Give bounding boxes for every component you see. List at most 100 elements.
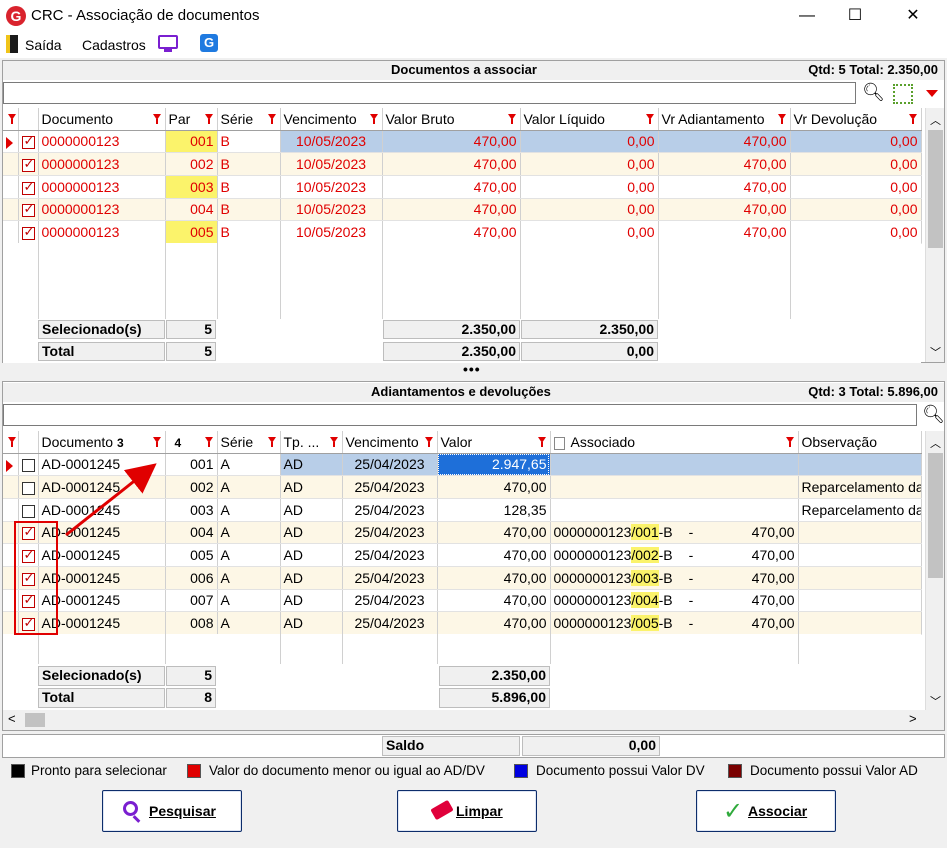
top-scroll-thumb[interactable] [928,130,943,248]
col-serie[interactable]: Série [217,431,281,454]
table-row[interactable]: 0000000123004B10/05/2023470,000,00470,00… [3,198,922,222]
filter-icon[interactable] [152,114,161,124]
expand-icon[interactable] [893,84,913,104]
search-icon[interactable]: 🔍︎ [922,404,945,425]
check-header[interactable] [18,108,39,131]
table-row[interactable]: 0000000123001B10/05/2023470,000,00470,00… [3,130,922,154]
table-row[interactable]: AD-0001245007AAD25/04/2023470,0000000001… [3,589,922,613]
filter-icon[interactable] [777,114,786,124]
filter-icon[interactable] [329,437,338,447]
filter-icon[interactable] [507,114,516,124]
cell-valor[interactable]: 470,00 [437,475,551,499]
minimize-button[interactable]: — [784,0,830,32]
col-valor[interactable]: Valor [437,431,551,454]
filter-icon[interactable] [204,437,213,447]
row-checkbox[interactable] [18,130,39,154]
table-row[interactable]: 0000000123005B10/05/2023470,000,00470,00… [3,220,922,244]
row-checkbox[interactable] [18,498,39,522]
scroll-left-icon[interactable]: < [8,711,16,726]
bottom-hscrollbar[interactable]: < > [3,710,944,730]
monitor-icon[interactable] [158,35,178,49]
close-button[interactable]: ✕ [890,0,936,32]
col-vr-adiantamento[interactable]: Vr Adiantamento [658,108,791,131]
row-indicator-header[interactable] [3,431,19,454]
splitter-handle[interactable]: ••• [463,361,481,377]
filter-icon[interactable] [908,114,917,124]
table-row[interactable]: 0000000123003B10/05/2023470,000,00470,00… [3,175,922,199]
col-documento[interactable]: Documento 3 [38,431,166,454]
col-valor-liquido[interactable]: Valor Líquido [520,108,659,131]
maximize-button[interactable]: ☐ [832,0,878,32]
filter-icon[interactable] [424,437,433,447]
checkbox-checked[interactable] [21,133,35,150]
bottom-scroll-thumb[interactable] [928,453,943,578]
cell-valor[interactable]: 470,00 [437,543,551,567]
table-row[interactable]: 0000000123002B10/05/2023470,000,00470,00… [3,152,922,176]
col-valor-bruto[interactable]: Valor Bruto [382,108,521,131]
row-checkbox[interactable] [18,175,39,199]
scroll-right-icon[interactable]: > [909,711,917,726]
cell-valor[interactable]: 470,00 [437,566,551,590]
cell-valor[interactable]: 2.947,65 [437,453,551,477]
checkbox-unchecked[interactable] [21,481,35,495]
checkbox-checked[interactable] [21,224,35,240]
scroll-up-icon[interactable]: ︿ [930,435,941,451]
checkbox-unchecked[interactable] [21,504,35,518]
filter-icon[interactable] [785,437,794,447]
cell-vr-adiantamento: 470,00 [658,130,791,154]
checkbox-checked[interactable] [21,179,35,195]
col-par[interactable]: Par [165,108,218,131]
cell-valor[interactable]: 128,35 [437,498,551,522]
associate-button[interactable]: ✓ Associar [696,790,836,832]
filter-icon[interactable] [152,437,161,447]
col-serie[interactable]: Série [217,108,281,131]
cell-valor[interactable]: 470,00 [437,589,551,613]
top-vscrollbar[interactable]: ︿ ﹀ [925,108,944,362]
dropdown-arrow-icon[interactable] [926,90,938,97]
checkbox-unchecked[interactable] [21,459,35,473]
check-header[interactable] [18,431,39,454]
filter-icon[interactable] [267,114,276,124]
col-vencimento[interactable]: Vencimento [342,431,438,454]
table-row[interactable]: AD-0001245006AAD25/04/2023470,0000000001… [3,566,922,590]
cell-numero: 005 [165,543,218,567]
search-icon[interactable]: 🔍︎ [862,82,885,103]
row-indicator-header[interactable] [3,108,19,131]
checkbox-checked[interactable] [21,156,35,172]
cell-vr-devolucao: 0,00 [790,220,922,244]
col-vr-devolucao[interactable]: Vr Devolução [790,108,922,131]
scroll-up-icon[interactable]: ︿ [930,112,941,128]
exit-door-icon[interactable] [6,35,18,53]
g-app-icon[interactable]: G [200,34,218,52]
row-checkbox[interactable] [18,220,39,244]
filter-icon[interactable] [369,114,378,124]
col-tipo[interactable]: Tp. ... [280,431,343,454]
filter-icon[interactable] [645,114,654,124]
row-checkbox[interactable] [18,475,39,499]
checkbox-checked[interactable] [21,201,35,218]
cell-valor[interactable]: 470,00 [437,611,551,635]
row-checkbox[interactable] [18,198,39,222]
col-observacao[interactable]: Observação [798,431,922,454]
clear-button[interactable]: Limpar [397,790,537,832]
filter-icon[interactable] [204,114,213,124]
col-associado[interactable]: Associado [550,431,799,454]
col-documento[interactable]: Documento [38,108,166,131]
filter-icon[interactable] [267,437,276,447]
scroll-down-icon[interactable]: ﹀ [930,693,941,709]
col-vencimento[interactable]: Vencimento [280,108,383,131]
top-search-input[interactable] [3,82,856,104]
search-button[interactable]: Pesquisar [102,790,242,832]
row-checkbox[interactable] [18,152,39,176]
row-checkbox[interactable] [18,453,39,477]
cell-valor[interactable]: 470,00 [437,521,551,545]
menu-cadastros[interactable]: Cadastros [82,37,146,53]
filter-icon[interactable] [537,437,546,447]
menu-exit[interactable]: Saída [25,37,62,53]
h-scroll-thumb[interactable] [25,713,45,727]
bottom-vscrollbar[interactable]: ︿ ﹀ [925,431,944,710]
scroll-down-icon[interactable]: ﹀ [930,344,941,360]
bottom-search-input[interactable] [3,404,917,426]
col-numero[interactable]: 4 [165,431,218,454]
table-row[interactable]: AD-0001245008AAD25/04/2023470,0000000001… [3,611,922,635]
